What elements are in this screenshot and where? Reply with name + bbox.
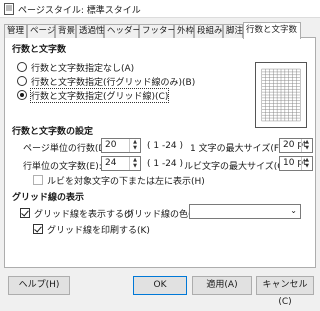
radio-lines-and-chars[interactable] xyxy=(17,90,27,100)
tab-page[interactable]: ページ xyxy=(27,24,55,38)
tab-manage[interactable]: 管理 xyxy=(4,24,27,38)
tab-bar: 管理 ページ 背景 透過性 ヘッダー フッター 外枠 段組み 脚注 行数と文字数 xyxy=(4,22,316,39)
radio-no-grid[interactable] xyxy=(17,62,27,72)
lines-per-page-value: 20 xyxy=(105,140,117,150)
chars-per-line-value: 24 xyxy=(105,158,117,168)
settings-section-title: 行数と文字数の設定 xyxy=(12,127,94,137)
apply-button[interactable]: 適用(A) xyxy=(192,276,252,295)
radio-lines-only[interactable] xyxy=(17,76,27,86)
title-bar: ページスタイル: 標準スタイル xyxy=(0,0,320,18)
chars-per-line-range: ( 1 -24 ) xyxy=(147,159,184,169)
grid-section-title: 行数と文字数 xyxy=(12,45,67,55)
radio-lines-and-chars-label: 行数と文字数指定(グリッド線)(C) xyxy=(29,88,170,103)
tab-panel: 行数と文字数 行数と文字数指定なし(A) 行数と文字数指定(行グリッド線のみ)(… xyxy=(4,38,316,268)
show-grid-checkbox[interactable] xyxy=(20,208,30,218)
ruby-below-checkbox[interactable] xyxy=(33,175,43,185)
print-grid-label: グリッド線を印刷する(K) xyxy=(47,226,150,236)
radio-no-grid-label: 行数と文字数指定なし(A) xyxy=(31,64,135,74)
tab-header[interactable]: ヘッダー xyxy=(104,24,141,38)
tab-columns[interactable]: 段組み xyxy=(194,24,223,38)
window-title: ページスタイル: 標準スタイル xyxy=(18,6,141,16)
chars-per-line-spin[interactable]: 24 ▲ ▼ xyxy=(101,156,141,171)
cancel-button[interactable]: キャンセル(C) xyxy=(256,276,314,307)
max-char-size-spin[interactable]: 20 pt ▲ ▼ xyxy=(279,138,313,153)
tab-background[interactable]: 背景 xyxy=(55,24,76,38)
lines-per-page-spin[interactable]: 20 ▲ ▼ xyxy=(101,138,141,153)
max-char-size-label: 1 文字の最大サイズ(F): xyxy=(190,144,286,154)
chevron-down-icon: ⌄ xyxy=(290,206,297,215)
ruby-below-label: ルビを対象文字の下または左に表示(H) xyxy=(47,177,205,187)
tab-transparency[interactable]: 透過性 xyxy=(76,24,105,38)
chars-per-line-label: 行単位の文字数(E): xyxy=(23,162,102,172)
lines-per-page-label: ページ単位の行数(D): xyxy=(23,144,112,154)
show-grid-label: グリッド線を表示する(I) xyxy=(34,210,134,220)
tab-text-grid[interactable]: 行数と文字数 xyxy=(243,22,301,39)
tab-borders[interactable]: 外枠 xyxy=(174,24,194,38)
help-button[interactable]: ヘルプ(H) xyxy=(8,276,70,295)
grid-color-select[interactable]: ⌄ xyxy=(189,204,301,219)
max-ruby-size-spin[interactable]: 10 pt ▲ ▼ xyxy=(279,156,313,171)
spin-arrows-icon[interactable]: ▲ ▼ xyxy=(301,157,312,170)
print-grid-checkbox[interactable] xyxy=(33,224,43,234)
display-section-title: グリッド線の表示 xyxy=(12,193,85,203)
document-icon xyxy=(4,3,14,15)
radio-lines-only-label: 行数と文字数指定(行グリッド線のみ)(B) xyxy=(31,78,196,88)
spin-arrows-icon[interactable]: ▲ ▼ xyxy=(129,139,140,152)
grid-preview xyxy=(255,62,307,128)
max-ruby-size-label: ルビ文字の最大サイズ(G): xyxy=(184,162,291,172)
lines-per-page-range: ( 1 -24 ) xyxy=(147,141,184,151)
tab-footer[interactable]: フッター xyxy=(139,24,176,38)
spin-arrows-icon[interactable]: ▲ ▼ xyxy=(129,157,140,170)
tab-footnote[interactable]: 脚注 xyxy=(223,24,243,38)
ok-button[interactable]: OK xyxy=(133,276,187,295)
spin-arrows-icon[interactable]: ▲ ▼ xyxy=(301,139,312,152)
